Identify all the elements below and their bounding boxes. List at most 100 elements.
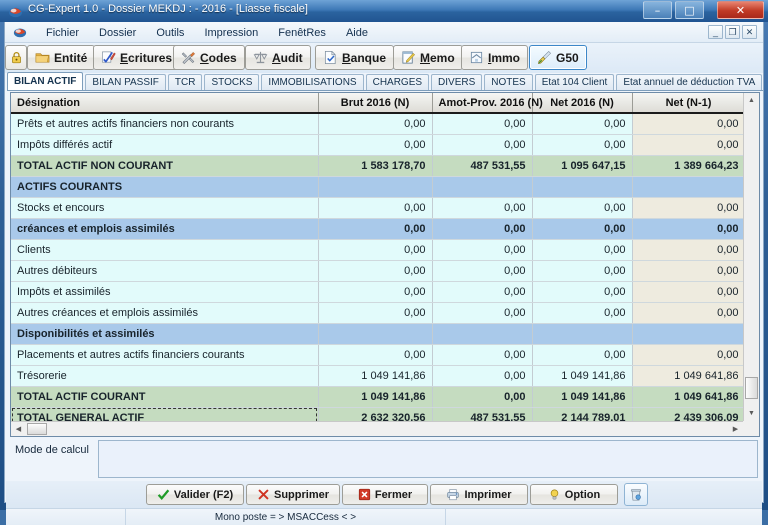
table-row[interactable]: Stocks et encours 0,00 0,00 0,00 0,00: [11, 197, 743, 219]
column-header-net-n1[interactable]: Net (N-1): [632, 93, 743, 114]
cell-value[interactable]: [632, 176, 743, 198]
table-row[interactable]: créances et emplois assimilés 0,00 0,00 0,0…: [11, 218, 743, 240]
cell-value[interactable]: 0,00: [632, 344, 743, 366]
menu-item-impression[interactable]: Impression: [201, 25, 261, 41]
cell-designation[interactable]: créances et emplois assimilés: [11, 218, 319, 240]
scroll-up-icon[interactable]: ▲: [744, 93, 759, 108]
column-header-net-n[interactable]: Net 2016 (N): [532, 93, 633, 114]
print-button[interactable]: Imprimer: [430, 484, 528, 505]
cell-value[interactable]: 0,00: [432, 302, 533, 324]
cell-value[interactable]: 1 049 141,86: [318, 386, 433, 408]
cell-value[interactable]: 0,00: [318, 281, 433, 303]
toolbar-button-entite[interactable]: Entité: [27, 45, 96, 70]
table-row[interactable]: TOTAL GENERAL ACTIF 2 632 320,56 487 531,5…: [11, 407, 743, 421]
toolbar-button-g50[interactable]: G50: [529, 45, 587, 70]
tab-etat-annuel-tva[interactable]: Etat annuel de déduction TVA: [616, 74, 763, 90]
cell-value[interactable]: 0,00: [318, 113, 433, 135]
calculation-mode-field[interactable]: [98, 440, 758, 478]
cell-designation[interactable]: Trésorerie: [11, 365, 319, 387]
menu-item-dossier[interactable]: Dossier: [96, 25, 139, 41]
cell-designation[interactable]: TOTAL ACTIF COURANT: [11, 386, 319, 408]
table-row[interactable]: Autres créances et emplois assimilés 0,00…: [11, 302, 743, 324]
tab-immobilisations[interactable]: IMMOBILISATIONS: [261, 74, 364, 90]
cell-designation[interactable]: Clients: [11, 239, 319, 261]
cell-value[interactable]: 0,00: [532, 134, 633, 156]
tab-stocks[interactable]: STOCKS: [204, 74, 260, 90]
cell-designation[interactable]: ACTIFS COURANTS: [11, 176, 319, 198]
cell-value[interactable]: [532, 176, 633, 198]
cell-value[interactable]: 1 583 178,70: [318, 155, 433, 177]
cell-value[interactable]: 0,00: [318, 302, 433, 324]
cell-value[interactable]: 0,00: [632, 302, 743, 324]
cell-designation[interactable]: Stocks et encours: [11, 197, 319, 219]
column-header-brut[interactable]: Brut 2016 (N): [318, 93, 433, 114]
tab-bilan-passif[interactable]: BILAN PASSIF: [85, 74, 166, 90]
cell-value[interactable]: 1 049 141,86: [532, 365, 633, 387]
cell-value[interactable]: 0,00: [432, 197, 533, 219]
vertical-scroll-thumb[interactable]: [745, 377, 758, 399]
table-row[interactable]: ACTIFS COURANTS: [11, 176, 743, 198]
cell-value[interactable]: 0,00: [432, 365, 533, 387]
cell-value[interactable]: 1 049 641,86: [632, 386, 743, 408]
cell-value[interactable]: 0,00: [532, 344, 633, 366]
cell-value[interactable]: 0,00: [432, 134, 533, 156]
cell-value[interactable]: 0,00: [318, 344, 433, 366]
lock-button[interactable]: [5, 45, 27, 70]
cell-designation[interactable]: Prêts et autres actifs financiers non co…: [11, 113, 319, 135]
cell-value[interactable]: 0,00: [318, 239, 433, 261]
cell-designation[interactable]: Impôts différés actif: [11, 134, 319, 156]
cell-value[interactable]: 487 531,55: [432, 407, 533, 421]
cell-value[interactable]: 0,00: [318, 218, 433, 240]
tab-charges[interactable]: CHARGES: [365, 74, 430, 90]
cell-value[interactable]: 1 049 141,86: [318, 365, 433, 387]
table-row[interactable]: TOTAL ACTIF NON COURANT 1 583 178,70 487 5…: [11, 155, 743, 177]
cell-designation[interactable]: Impôts et assimilés: [11, 281, 319, 303]
column-header-amort-prov[interactable]: Amot-Prov. 2016 (N): [432, 93, 543, 114]
cell-designation[interactable]: Placements et autres actifs financiers c…: [11, 344, 319, 366]
table-row[interactable]: Autres débiteurs 0,00 0,00 0,00 0,00: [11, 260, 743, 282]
cell-value[interactable]: 0,00: [532, 218, 633, 240]
scroll-down-icon[interactable]: ▼: [744, 406, 759, 421]
cell-value[interactable]: [532, 323, 633, 345]
cell-designation[interactable]: Autres créances et emplois assimilés: [11, 302, 319, 324]
cell-designation[interactable]: TOTAL ACTIF NON COURANT: [11, 155, 319, 177]
window-close-button[interactable]: ✕: [717, 1, 764, 19]
cell-designation[interactable]: TOTAL GENERAL ACTIF: [11, 407, 319, 421]
mdi-restore-button[interactable]: ❐: [725, 25, 740, 39]
cell-value[interactable]: 0,00: [432, 113, 533, 135]
cell-value[interactable]: [318, 323, 433, 345]
menu-item-outils[interactable]: Outils: [153, 25, 187, 41]
grid-vertical-scrollbar[interactable]: ▲ ▼: [743, 93, 759, 421]
cell-value[interactable]: 0,00: [318, 260, 433, 282]
cell-value[interactable]: [632, 323, 743, 345]
cell-value[interactable]: 0,00: [632, 218, 743, 240]
tab-tcr[interactable]: TCR: [167, 74, 203, 90]
column-header-designation[interactable]: Désignation: [11, 93, 319, 114]
table-row[interactable]: Placements et autres actifs financiers c…: [11, 344, 743, 366]
cell-value[interactable]: 0,00: [632, 260, 743, 282]
cell-value[interactable]: 0,00: [632, 113, 743, 135]
table-row[interactable]: Clients 0,00 0,00 0,00 0,00: [11, 239, 743, 261]
mdi-minimize-button[interactable]: _: [708, 25, 723, 39]
cell-value[interactable]: 2 632 320,56: [318, 407, 433, 421]
tab-bilan-actif[interactable]: BILAN ACTIF: [7, 72, 84, 90]
cell-value[interactable]: 1 095 647,15: [532, 155, 633, 177]
cell-value[interactable]: 487 531,55: [432, 155, 533, 177]
close-button[interactable]: Fermer: [342, 484, 428, 505]
tab-etat-104-client[interactable]: Etat 104 Client: [534, 74, 615, 90]
cell-designation[interactable]: Autres débiteurs: [11, 260, 319, 282]
cell-value[interactable]: 0,00: [318, 197, 433, 219]
grid-horizontal-scrollbar[interactable]: ◀ ▶: [11, 421, 743, 436]
mdi-close-button[interactable]: ✕: [742, 25, 757, 39]
cell-value[interactable]: 0,00: [432, 239, 533, 261]
cell-value[interactable]: 0,00: [432, 344, 533, 366]
cell-value[interactable]: 0,00: [632, 134, 743, 156]
cell-value[interactable]: 0,00: [532, 239, 633, 261]
table-row[interactable]: Disponibilités et assimilés: [11, 323, 743, 345]
table-row[interactable]: TOTAL ACTIF COURANT 1 049 141,86 0,00 1 049…: [11, 386, 743, 408]
table-row[interactable]: Prêts et autres actifs financiers non co…: [11, 113, 743, 135]
cell-value[interactable]: 0,00: [532, 281, 633, 303]
cell-value[interactable]: 0,00: [318, 134, 433, 156]
trash-button[interactable]: [624, 483, 648, 506]
scroll-right-icon[interactable]: ▶: [728, 422, 743, 436]
